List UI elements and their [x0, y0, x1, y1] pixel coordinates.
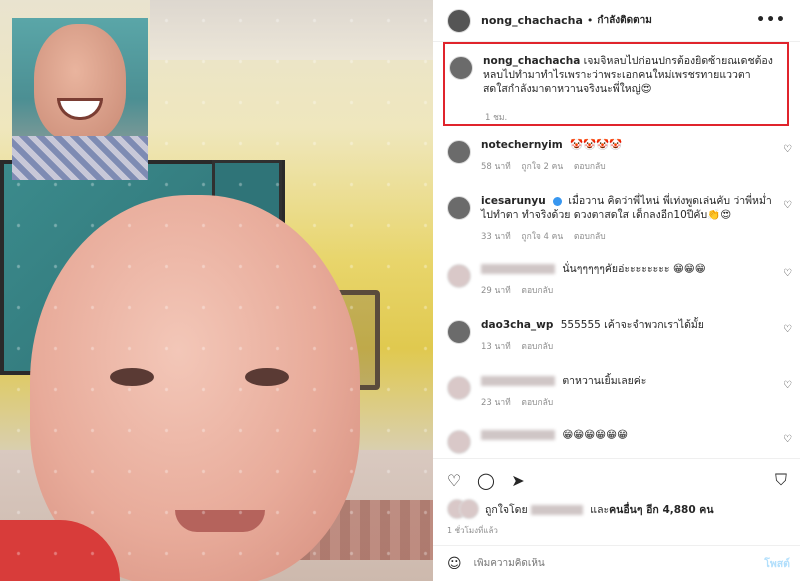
- post-action-bar: ♡ ◯ ➤ ⛉: [445, 468, 790, 492]
- likes-middle: และ: [590, 503, 610, 516]
- likes-prefix: ถูกใจโดย: [485, 503, 528, 516]
- comment-like-heart-icon[interactable]: ♡: [783, 200, 792, 211]
- comment-text: 555555 เค้าจะจำพวกเราได้มั้ย: [560, 319, 704, 331]
- comment-like-heart-icon[interactable]: ♡: [783, 268, 792, 279]
- comment-text: นั่นๆๆๆๆๆคัยอ่ะะะะะะะะ 😁😁😁: [562, 263, 706, 275]
- instagram-post-view: nong_chachacha • กำลังติดตาม ••• nong_ch…: [0, 0, 800, 581]
- comment-text: 😁😁😁😁😁😁: [562, 429, 629, 441]
- comment-likes[interactable]: ถูกใจ 2 คน: [521, 162, 563, 172]
- comment-meta: 13 นาที ตอบกลับ: [481, 340, 773, 354]
- comment-text: 🤡🤡🤡🤡: [570, 139, 623, 151]
- caption-username[interactable]: nong_chachacha: [483, 55, 580, 67]
- comment-meta: 23 นาที ตอบกลับ: [481, 396, 773, 410]
- comment-body: dao3cha_wp 555555 เค้าจะจำพวกเราได้มั้ย …: [481, 318, 773, 354]
- likes-text: ถูกใจโดย และคนอื่นๆ อีก 4,880 คน: [485, 501, 714, 518]
- inset-shirt: [12, 136, 148, 180]
- comment-body: icesarunyu เมื่อวาน คิดว่าพี่ไหน่ พี่เท่…: [481, 194, 773, 244]
- comment-body: นั่นๆๆๆๆๆคัยอ่ะะะะะะะะ 😁😁😁 29 นาที ตอบกล…: [481, 262, 773, 298]
- comment-time: 13 นาที: [481, 342, 511, 352]
- comment-username[interactable]: icesarunyu: [481, 195, 546, 207]
- liker-avatar[interactable]: [459, 499, 479, 519]
- post-timestamp[interactable]: 1 ชั่วโมงที่แล้ว: [447, 524, 498, 537]
- inset-face: [34, 24, 126, 142]
- comment-like-heart-icon[interactable]: ♡: [783, 380, 792, 391]
- header-separator: •: [586, 14, 594, 27]
- comment-item: dao3cha_wp 555555 เค้าจะจำพวกเราได้มั้ย …: [433, 318, 800, 354]
- comment-meta: 33 นาที ถูกใจ 4 คน ตอบกลับ: [481, 230, 773, 244]
- smiley-icon[interactable]: ☺: [447, 556, 462, 572]
- comment-body: notechernyim 🤡🤡🤡🤡 58 นาที ถูกใจ 2 คน ตอบ…: [481, 138, 773, 174]
- more-options-icon[interactable]: •••: [756, 12, 786, 28]
- post-side-panel: nong_chachacha • กำลังติดตาม ••• nong_ch…: [433, 0, 800, 581]
- comment-avatar[interactable]: [447, 196, 471, 220]
- post-caption: nong_chachacha เจมจิหลบไปก่อนปกรต้องยิดซ…: [443, 42, 789, 126]
- comment-like-heart-icon[interactable]: ♡: [783, 434, 792, 445]
- blurred-username: [481, 264, 555, 274]
- comment-avatar[interactable]: [447, 140, 471, 164]
- post-photo[interactable]: [0, 0, 433, 581]
- reply-button[interactable]: ตอบกลับ: [521, 398, 553, 408]
- comment-body: ตาหวานเยิ้มเลยค่ะ 23 นาที ตอบกลับ: [481, 374, 773, 410]
- post-header: nong_chachacha • กำลังติดตาม •••: [433, 0, 800, 42]
- actions-divider: [433, 458, 800, 459]
- comment-likes[interactable]: ถูกใจ 4 คน: [521, 232, 563, 242]
- comment-item: 😁😁😁😁😁😁 ♡: [433, 428, 800, 454]
- reply-button[interactable]: ตอบกลับ: [521, 286, 553, 296]
- comment-time: 23 นาที: [481, 398, 511, 408]
- comment-meta: 29 นาที ตอบกลับ: [481, 284, 773, 298]
- comment-avatar-blurred[interactable]: [447, 376, 471, 400]
- blurred-username: [481, 376, 555, 386]
- likes-summary: ถูกใจโดย และคนอื่นๆ อีก 4,880 คน: [447, 499, 714, 519]
- comment-time: 29 นาที: [481, 286, 511, 296]
- comment-item: icesarunyu เมื่อวาน คิดว่าพี่ไหน่ พี่เท่…: [433, 194, 800, 244]
- comment-item: ตาหวานเยิ้มเลยค่ะ 23 นาที ตอบกลับ ♡: [433, 374, 800, 410]
- comment-avatar-blurred[interactable]: [447, 264, 471, 288]
- caption-time: 1 ชม.: [485, 113, 508, 123]
- reply-button[interactable]: ตอบกลับ: [574, 232, 606, 242]
- heart-icon[interactable]: ♡: [445, 471, 463, 490]
- verified-badge-icon: [553, 196, 563, 206]
- comment-like-heart-icon[interactable]: ♡: [783, 144, 792, 155]
- comment-body: 😁😁😁😁😁😁: [481, 428, 773, 454]
- comment-username[interactable]: dao3cha_wp: [481, 319, 553, 331]
- send-icon[interactable]: ➤: [509, 471, 527, 490]
- caption-text-block: nong_chachacha เจมจิหลบไปก่อนปกรต้องยิดซ…: [483, 54, 773, 124]
- author-avatar[interactable]: [447, 8, 471, 33]
- comment-input[interactable]: [473, 558, 734, 569]
- bookmark-icon[interactable]: ⛉: [772, 470, 790, 490]
- blurred-username: [481, 430, 555, 440]
- following-button[interactable]: กำลังติดตาม: [597, 13, 651, 28]
- comment-meta: 58 นาที ถูกใจ 2 คน ตอบกลับ: [481, 160, 773, 174]
- caption-avatar[interactable]: [449, 56, 473, 80]
- blurred-liker-name[interactable]: [530, 504, 583, 515]
- comment-avatar-blurred[interactable]: [447, 430, 471, 454]
- reply-button[interactable]: ตอบกลับ: [574, 162, 606, 172]
- likes-others[interactable]: คนอื่นๆ อีก 4,880 คน: [609, 504, 713, 516]
- comment-text: ตาหวานเยิ้มเลยค่ะ: [562, 375, 647, 387]
- comment-item: นั่นๆๆๆๆๆคัยอ่ะะะะะะะะ 😁😁😁 29 นาที ตอบกล…: [433, 262, 800, 298]
- add-comment-bar: ☺ โพสต์: [433, 545, 800, 581]
- comment-username[interactable]: notechernyim: [481, 139, 563, 151]
- comment-item: notechernyim 🤡🤡🤡🤡 58 นาที ถูกใจ 2 คน ตอบ…: [433, 138, 800, 174]
- inset-photo: [12, 18, 148, 180]
- comment-like-heart-icon[interactable]: ♡: [783, 324, 792, 335]
- comment-icon[interactable]: ◯: [477, 471, 495, 490]
- comment-time: 58 นาที: [481, 162, 511, 172]
- post-comment-button[interactable]: โพสต์: [764, 555, 790, 572]
- reply-button[interactable]: ตอบกลับ: [521, 342, 553, 352]
- comment-avatar[interactable]: [447, 320, 471, 344]
- author-username[interactable]: nong_chachacha: [481, 14, 583, 27]
- comment-time: 33 นาที: [481, 232, 511, 242]
